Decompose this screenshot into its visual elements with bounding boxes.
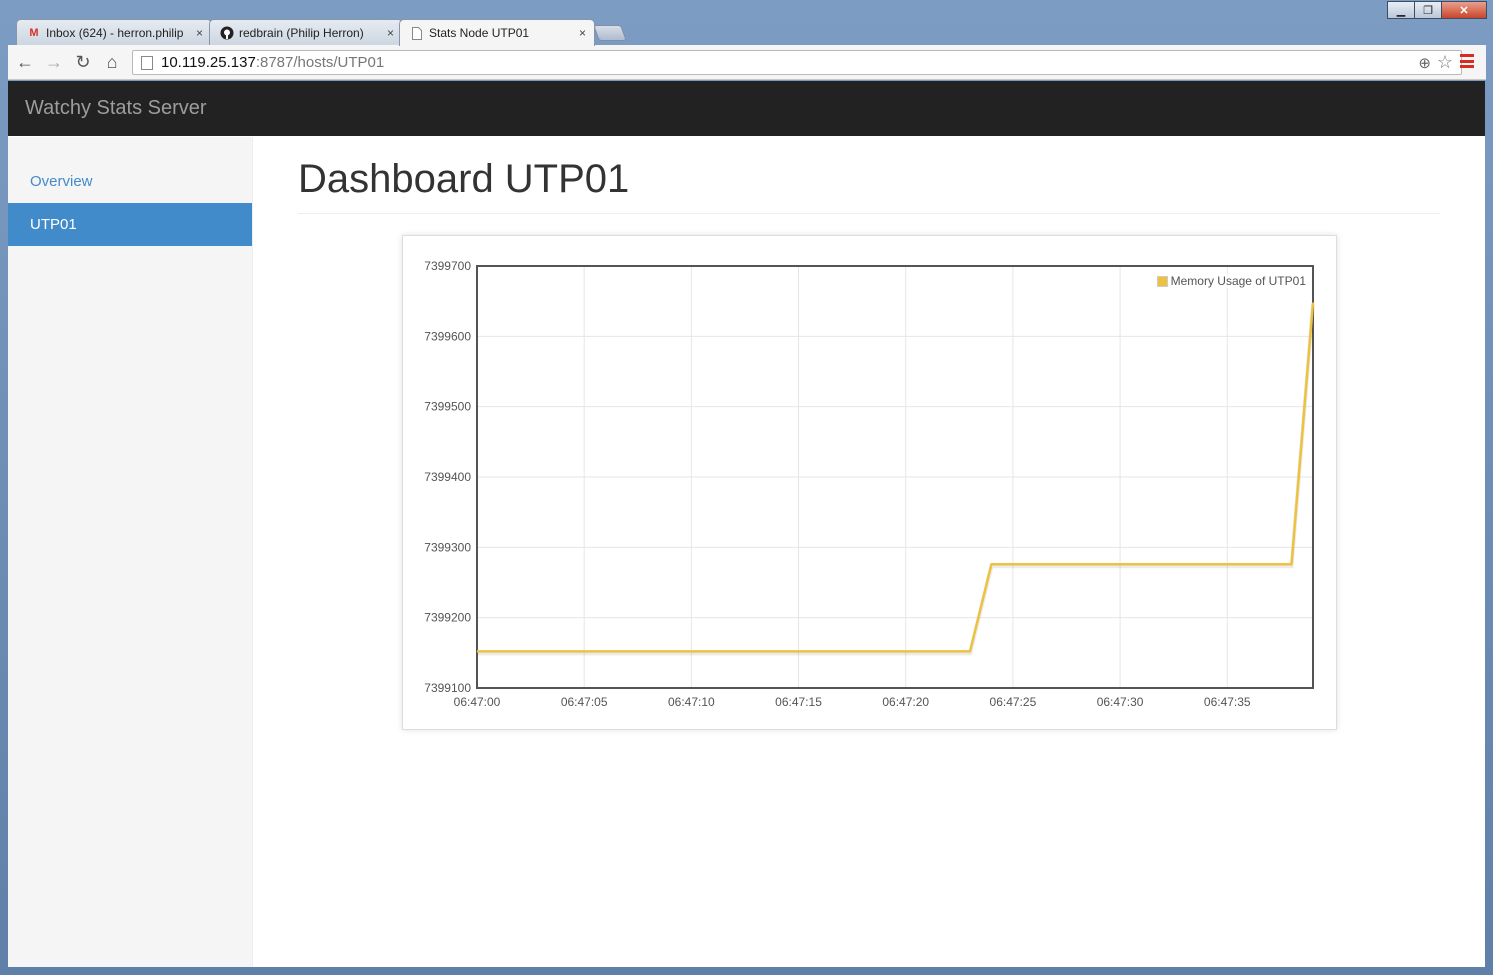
memory-chart: 7399100 7399200 7399300 7399400 7399500 73996… <box>402 235 1337 730</box>
y-tick-label: 7399600 <box>424 329 471 343</box>
zoom-icon[interactable]: ⊕ <box>1418 54 1431 72</box>
window-controls: ▁ ❐ ✕ <box>1387 1 1487 19</box>
main-content: Dashboard UTP01 <box>298 137 1440 214</box>
tab-title: redbrain (Philip Herron) <box>239 25 364 40</box>
sidebar-item-overview[interactable]: Overview <box>8 160 252 203</box>
tab-close-icon[interactable]: × <box>196 26 203 40</box>
tab-close-icon[interactable]: × <box>579 26 586 40</box>
x-tick-label: 06:47:35 <box>1204 695 1251 709</box>
maximize-button[interactable]: ❐ <box>1414 1 1442 19</box>
home-icon[interactable]: ⌂ <box>101 51 123 73</box>
x-tick-label: 06:47:00 <box>454 695 501 709</box>
legend-label: Memory Usage of UTP01 <box>1170 274 1306 288</box>
page-icon <box>410 26 424 40</box>
tab-close-icon[interactable]: × <box>387 26 394 40</box>
address-host: 10.119.25.137 <box>161 54 256 71</box>
y-tick-label: 7399300 <box>424 540 471 554</box>
x-tick-label: 06:47:05 <box>561 695 608 709</box>
y-tick-label: 7399100 <box>424 681 471 695</box>
tab-stats-node[interactable]: Stats Node UTP01 × <box>399 19 595 46</box>
tab-title: Inbox (624) - herron.philip <box>46 25 184 40</box>
reload-icon[interactable]: ↻ <box>72 51 94 73</box>
x-tick-label: 06:47:25 <box>990 695 1037 709</box>
series-shadow <box>477 304 1315 656</box>
page-title: Dashboard UTP01 <box>298 157 1440 214</box>
y-tick-label: 7399500 <box>424 400 471 414</box>
github-icon <box>220 26 234 40</box>
page-icon <box>141 55 153 70</box>
sidebar: Overview UTP01 <box>8 137 253 967</box>
chart-svg: 7399100 7399200 7399300 7399400 7399500 73996… <box>424 259 1315 709</box>
back-arrow-icon[interactable]: ← <box>14 51 36 73</box>
x-tick-label: 06:47:20 <box>882 695 929 709</box>
x-tick-label: 06:47:30 <box>1097 695 1144 709</box>
tab-gmail[interactable]: M Inbox (624) - herron.philip × <box>16 19 212 45</box>
address-bar[interactable]: 10.119.25.137:8787/hosts/UTP01 ⊕ ☆ <box>132 50 1462 75</box>
window-frame: ▁ ❐ ✕ M Inbox (624) - herron.philip × re… <box>0 0 1493 975</box>
forward-arrow-icon[interactable]: → <box>43 51 65 73</box>
bookmark-star-icon[interactable]: ☆ <box>1437 52 1453 73</box>
tab-strip: M Inbox (624) - herron.philip × redbrain… <box>8 19 1488 46</box>
x-tick-label: 06:47:15 <box>775 695 822 709</box>
browser-toolbar: ← → ↻ ⌂ 10.119.25.137:8787/hosts/UTP01 ⊕… <box>8 45 1486 80</box>
legend-swatch <box>1156 275 1168 287</box>
new-tab-button[interactable] <box>593 25 627 41</box>
chrome-menu-icon[interactable] <box>1460 54 1474 68</box>
web-page: Watchy Stats Server Overview UTP01 Dashb… <box>8 81 1485 967</box>
x-tick-label: 06:47:10 <box>668 695 715 709</box>
tab-github[interactable]: redbrain (Philip Herron) × <box>209 19 403 45</box>
top-navbar: Watchy Stats Server <box>8 81 1485 136</box>
y-tick-label: 7399700 <box>424 259 471 273</box>
y-tick-label: 7399200 <box>424 611 471 625</box>
navbar-brand[interactable]: Watchy Stats Server <box>25 97 207 120</box>
gmail-icon: M <box>29 26 39 39</box>
address-path: :8787/hosts/UTP01 <box>255 54 385 71</box>
minimize-button[interactable]: ▁ <box>1387 1 1415 19</box>
y-tick-label: 7399400 <box>424 470 471 484</box>
close-window-button[interactable]: ✕ <box>1441 1 1487 19</box>
chart-legend: Memory Usage of UTP01 <box>1156 274 1306 288</box>
sidebar-item-utp01[interactable]: UTP01 <box>8 203 252 246</box>
tab-title: Stats Node UTP01 <box>429 26 530 40</box>
